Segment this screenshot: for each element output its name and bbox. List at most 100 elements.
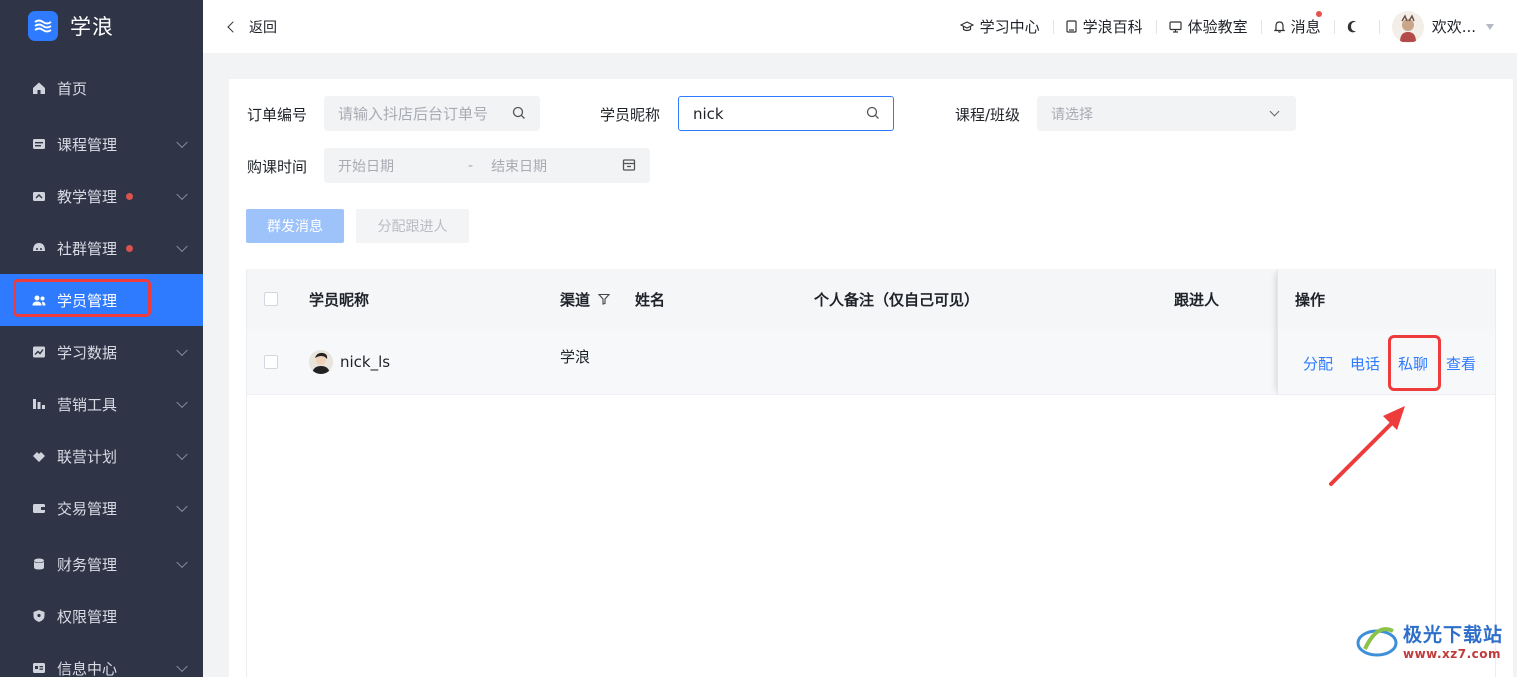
sidebar-item-label: 信息中心 [57, 659, 118, 677]
row-checkbox-cell[interactable] [264, 329, 278, 395]
top-link-label: 学浪百科 [1082, 18, 1143, 36]
students-table: 学员昵称 渠道 姓名 个人备注（仅自己可见） 跟进人 nick_ls 学浪 操作… [246, 269, 1496, 677]
user-menu[interactable]: 欢欢... [1379, 10, 1507, 43]
marketing-icon [31, 396, 47, 412]
sidebar-item-label: 交易管理 [57, 499, 118, 518]
notification-dot [1315, 11, 1322, 17]
search-icon[interactable] [866, 106, 880, 124]
row-ops-cell: 分配 电话 私聊 查看 [1278, 329, 1495, 395]
order-number-input[interactable] [338, 104, 526, 123]
order-number-label: 订单编号 [247, 106, 308, 124]
chevron-down-icon [176, 240, 188, 253]
book-icon [1066, 20, 1077, 33]
sidebar-item-home[interactable]: 首页 [0, 62, 203, 114]
filter-icon[interactable] [598, 293, 611, 305]
caret-down-icon [1486, 23, 1494, 30]
chevron-down-icon [176, 556, 188, 569]
top-link-label: 体验教室 [1187, 18, 1248, 36]
column-follower: 跟进人 [1174, 290, 1220, 309]
sidebar-item-marketing[interactable]: 营销工具 [0, 378, 203, 430]
dark-mode-toggle[interactable] [1334, 20, 1379, 33]
chevron-down-icon [176, 136, 188, 149]
watermark-logo-icon [1356, 626, 1398, 656]
chevron-down-icon [176, 660, 188, 673]
sidebar: 学浪 首页 课程管理 教学管理 社群管理 学员管理 学习数据 营销工具 联营计划… [0, 0, 203, 677]
sidebar-item-partnership[interactable]: 联营计划 [0, 430, 203, 482]
order-number-field[interactable] [324, 96, 540, 131]
sidebar-item-label: 学习数据 [57, 343, 118, 362]
sidebar-item-label: 教学管理 [57, 187, 118, 206]
operations-column: 操作 分配 电话 私聊 查看 [1277, 269, 1495, 395]
checkbox[interactable] [264, 355, 278, 369]
sidebar-item-label: 联营计划 [57, 447, 118, 466]
row-channel-cell: 学浪 [560, 347, 591, 366]
nickname-field[interactable] [678, 96, 894, 131]
wallet-icon [31, 500, 47, 516]
avatar [1391, 10, 1424, 43]
assign-link[interactable]: 分配 [1303, 353, 1333, 374]
back-button[interactable]: 返回 [227, 17, 277, 37]
phone-link[interactable]: 电话 [1350, 353, 1380, 374]
checkbox[interactable] [264, 292, 278, 306]
end-date-input[interactable]: 结束日期 [491, 156, 547, 176]
date-range-picker[interactable]: 开始日期 - 结束日期 [324, 148, 650, 183]
notification-dot [126, 244, 134, 252]
teaching-icon [31, 188, 47, 204]
nickname-input[interactable] [693, 104, 879, 123]
content-card: 订单编号 学员昵称 课程/班级 请选择 购课时间 开始日期 - 结束日期 群发消… [229, 79, 1513, 677]
info-icon [31, 660, 47, 676]
course-icon [31, 136, 47, 152]
brand-logo-icon [28, 11, 58, 41]
watermark-url: www.xz7.com [1403, 647, 1502, 661]
sidebar-item-learning-data[interactable]: 学习数据 [0, 326, 203, 378]
highlight-box [13, 279, 151, 317]
assign-follower-button[interactable]: 分配跟进人 [356, 209, 469, 243]
sidebar-item-label: 财务管理 [57, 555, 118, 574]
sidebar-item-info-center[interactable]: 信息中心 [0, 642, 203, 677]
chevron-left-icon [227, 20, 239, 33]
watermark-title: 极光下载站 [1403, 624, 1504, 646]
course-select[interactable]: 请选择 [1037, 96, 1296, 131]
column-note: 个人备注（仅自己可见） [814, 290, 980, 309]
sidebar-item-finance[interactable]: 财务管理 [0, 538, 203, 590]
chart-icon [31, 344, 47, 360]
select-all-checkbox[interactable] [264, 269, 278, 329]
nickname-label: 学员昵称 [600, 106, 661, 124]
view-link[interactable]: 查看 [1446, 353, 1476, 374]
sidebar-item-community[interactable]: 社群管理 [0, 222, 203, 274]
brand[interactable]: 学浪 [0, 0, 203, 52]
course-label: 课程/班级 [955, 106, 1021, 124]
sidebar-item-label: 权限管理 [57, 607, 118, 626]
top-link-label: 消息 [1290, 18, 1321, 36]
calendar-icon[interactable] [622, 158, 636, 176]
moon-icon [1347, 20, 1360, 33]
sidebar-item-label: 营销工具 [57, 395, 118, 414]
sidebar-item-label: 社群管理 [57, 239, 118, 258]
top-link-messages[interactable]: 消息 [1261, 11, 1334, 37]
top-links: 学习中心 学浪百科 体验教室 消息 欢欢... [947, 0, 1507, 53]
top-link-classroom[interactable]: 体验教室 [1156, 16, 1261, 37]
chevron-down-icon [1269, 106, 1280, 117]
highlight-box [1388, 335, 1441, 391]
finance-icon [31, 556, 47, 572]
chevron-down-icon [176, 188, 188, 201]
chevron-down-icon [176, 344, 188, 357]
column-ops: 操作 [1278, 269, 1495, 329]
sidebar-item-label: 首页 [57, 79, 88, 98]
broadcast-button[interactable]: 群发消息 [246, 209, 344, 243]
sidebar-item-permission[interactable]: 权限管理 [0, 590, 203, 642]
top-link-learning-center[interactable]: 学习中心 [947, 16, 1053, 37]
watermark: 极光下载站 www.xz7.com [1355, 620, 1503, 661]
student-nickname: nick_ls [340, 353, 391, 371]
chevron-down-icon [176, 500, 188, 513]
sidebar-item-teaching[interactable]: 教学管理 [0, 170, 203, 222]
handshake-icon [31, 448, 47, 464]
search-icon[interactable] [512, 106, 526, 124]
sidebar-item-trade[interactable]: 交易管理 [0, 482, 203, 534]
top-link-wiki[interactable]: 学浪百科 [1053, 16, 1156, 37]
column-channel-label: 渠道 [560, 290, 591, 309]
sidebar-item-course[interactable]: 课程管理 [0, 118, 203, 170]
course-select-placeholder: 请选择 [1051, 106, 1093, 123]
sidebar-item-label: 课程管理 [57, 135, 118, 154]
start-date-input[interactable]: 开始日期 [338, 156, 394, 176]
